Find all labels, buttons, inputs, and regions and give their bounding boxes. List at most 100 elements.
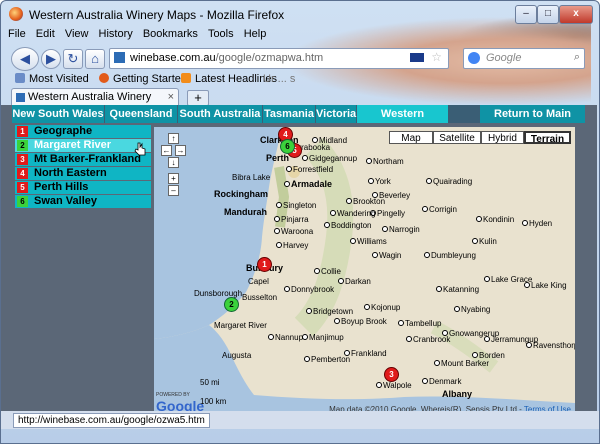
home-icon[interactable]: ⌂ — [85, 49, 105, 69]
window-title: Western Australia Winery Maps - Mozilla … — [29, 8, 285, 22]
town-wagin: Wagin — [372, 251, 401, 260]
town-waroona: Waroona — [274, 227, 313, 236]
browser-window: Western Australia Winery Maps - Mozilla … — [0, 0, 600, 444]
firefox-icon — [9, 7, 23, 21]
maximize-button[interactable]: □ — [537, 5, 559, 24]
status-bar: http://winebase.com.au/google/ozwa5.htm — [1, 411, 599, 429]
town-armadale: Armadale — [284, 179, 332, 189]
state-tab-tas[interactable]: Tasmania — [263, 105, 316, 123]
pan-right-icon[interactable]: → — [175, 145, 186, 156]
region-margaret-river[interactable]: 2 Margaret River — [15, 139, 151, 152]
map-type-map[interactable]: Map — [389, 131, 433, 144]
pan-left-icon[interactable]: ← — [161, 145, 172, 156]
menu-view[interactable]: View — [65, 28, 89, 40]
state-tab-qld[interactable]: Queensland — [105, 105, 178, 123]
forward-button[interactable]: ▶ — [41, 49, 61, 69]
back-button[interactable]: ◀ — [11, 47, 39, 71]
return-main-menu-button[interactable]: Return to Main Menu — [480, 105, 585, 138]
town-tambellup: Tambellup — [398, 319, 441, 328]
town-kulin: Kulin — [472, 237, 497, 246]
town-albany: Albany — [442, 389, 473, 399]
url-host: winebase.com.au — [130, 52, 216, 64]
town-bridgetown: Bridgetown — [306, 307, 353, 316]
town-dumbleyung: Dumbleyung — [424, 251, 476, 260]
town-pinjarra: Pinjarra — [274, 215, 309, 224]
hand-cursor-icon — [134, 142, 146, 156]
close-button[interactable]: x — [559, 5, 593, 24]
menu-help[interactable]: Help — [244, 28, 267, 40]
menu-tools[interactable]: Tools — [208, 28, 234, 40]
map-marker-mt-barker[interactable]: 3 — [384, 367, 399, 382]
menu-edit[interactable]: Edit — [36, 28, 55, 40]
url-field[interactable]: winebase.com.au/google/ozmapwa.htm ☆ — [109, 48, 449, 69]
minimize-button[interactable]: – — [515, 5, 537, 24]
town-gnowangerup: Gnowangerup — [442, 329, 499, 338]
bookmark-star-icon[interactable]: ☆ — [431, 50, 442, 64]
state-tab-vic[interactable]: Victoria — [316, 105, 357, 123]
reload-icon[interactable]: ↻ — [63, 49, 83, 69]
zoom-in-icon[interactable]: + — [168, 173, 179, 184]
town-boyup-brook: Boyup Brook — [334, 317, 387, 326]
town-harvey: Harvey — [276, 241, 308, 250]
map-type-terrain[interactable]: Terrain — [524, 131, 571, 145]
google-map[interactable]: Map Satellite Hybrid Terrain ↑ ← → ↓ + –… — [154, 127, 575, 416]
town-katanning: Katanning — [436, 285, 479, 294]
map-marker-margaret-river[interactable]: 2 — [224, 297, 239, 312]
state-nav: New South Wales Queensland South Austral… — [12, 105, 585, 138]
state-tab-sa[interactable]: South Australia — [178, 105, 263, 123]
town-gidgegannup: Gidgegannup — [302, 154, 357, 163]
state-tab-wa[interactable]: Western Australia — [357, 105, 449, 138]
page-content: New South Wales Queensland South Austral… — [1, 105, 597, 416]
town-perth: Perth — [266, 153, 290, 163]
menu-history[interactable]: History — [99, 28, 133, 40]
map-marker-swan-valley[interactable]: 6 — [280, 139, 295, 154]
pan-down-icon[interactable]: ↓ — [168, 157, 179, 168]
bookmark-most-visited[interactable]: Most Visited — [15, 73, 89, 85]
magnifier-icon[interactable]: ⌕ — [574, 51, 580, 64]
bookmark-getting-started[interactable]: Getting Started — [99, 73, 187, 85]
town-manjimup: Manjimup — [302, 333, 344, 342]
town-williams: Williams — [350, 237, 387, 246]
url-path: /google/ozmapwa.htm — [215, 52, 324, 64]
zoom-out-icon[interactable]: – — [168, 185, 179, 196]
flag-icon — [410, 53, 424, 62]
map-marker-geographe[interactable]: 1 — [257, 257, 272, 272]
navigation-toolbar: ◀ ▶ ↻ ⌂ winebase.com.au/google/ozmapwa.h… — [1, 44, 599, 72]
rss-icon — [181, 73, 191, 83]
map-terrain — [154, 127, 575, 416]
region-mt-barker-frankland[interactable]: 3 Mt Barker-Frankland — [15, 153, 151, 166]
region-geographe[interactable]: 1 Geographe — [15, 125, 151, 138]
town-hyden: Hyden — [522, 219, 552, 228]
town-margaret-river: Margaret River — [214, 321, 267, 330]
tab-close-icon[interactable]: × — [168, 89, 174, 106]
town-donnybrook: Donnybrook — [284, 285, 334, 294]
region-perth-hills[interactable]: 5 Perth Hills — [15, 181, 151, 194]
site-favicon-icon — [114, 52, 125, 63]
town-corrigin: Corrigin — [422, 205, 457, 214]
menu-bar: File Edit View History Bookmarks Tools H… — [1, 28, 599, 44]
tab-strip: Western Australia Winery Maps × + — [1, 88, 599, 120]
map-type-satellite[interactable]: Satellite — [433, 131, 481, 144]
town-lake-king: Lake King — [524, 281, 567, 290]
town-borden: Borden — [472, 351, 505, 360]
tab-winery-maps[interactable]: Western Australia Winery Maps × — [11, 88, 179, 120]
town-bibra-lake: Bibra Lake — [232, 173, 271, 182]
state-tab-nsw[interactable]: New South Wales — [12, 105, 105, 123]
town-wandering: Wandering — [330, 209, 375, 218]
town-augusta: Augusta — [222, 351, 252, 360]
pan-up-icon[interactable]: ↑ — [168, 133, 179, 144]
firefox-icon — [99, 73, 109, 83]
town-forrestfield: Forrestfield — [286, 165, 333, 174]
bookmark-truncated[interactable]: Ur ... s — [263, 73, 295, 85]
menu-bookmarks[interactable]: Bookmarks — [143, 28, 198, 40]
folder-icon — [15, 73, 25, 83]
town-boddington: Boddington — [324, 221, 371, 230]
region-swan-valley[interactable]: 6 Swan Valley — [15, 195, 151, 208]
town-northam: Northam — [366, 157, 404, 166]
bookmarks-toolbar: Most Visited Getting Started Latest Head… — [1, 72, 599, 89]
region-north-eastern[interactable]: 4 North Eastern — [15, 167, 151, 180]
new-tab-button[interactable]: + — [187, 90, 209, 106]
search-input[interactable]: Google ⌕ — [463, 48, 585, 69]
menu-file[interactable]: File — [8, 28, 26, 40]
map-type-hybrid[interactable]: Hybrid — [481, 131, 524, 144]
